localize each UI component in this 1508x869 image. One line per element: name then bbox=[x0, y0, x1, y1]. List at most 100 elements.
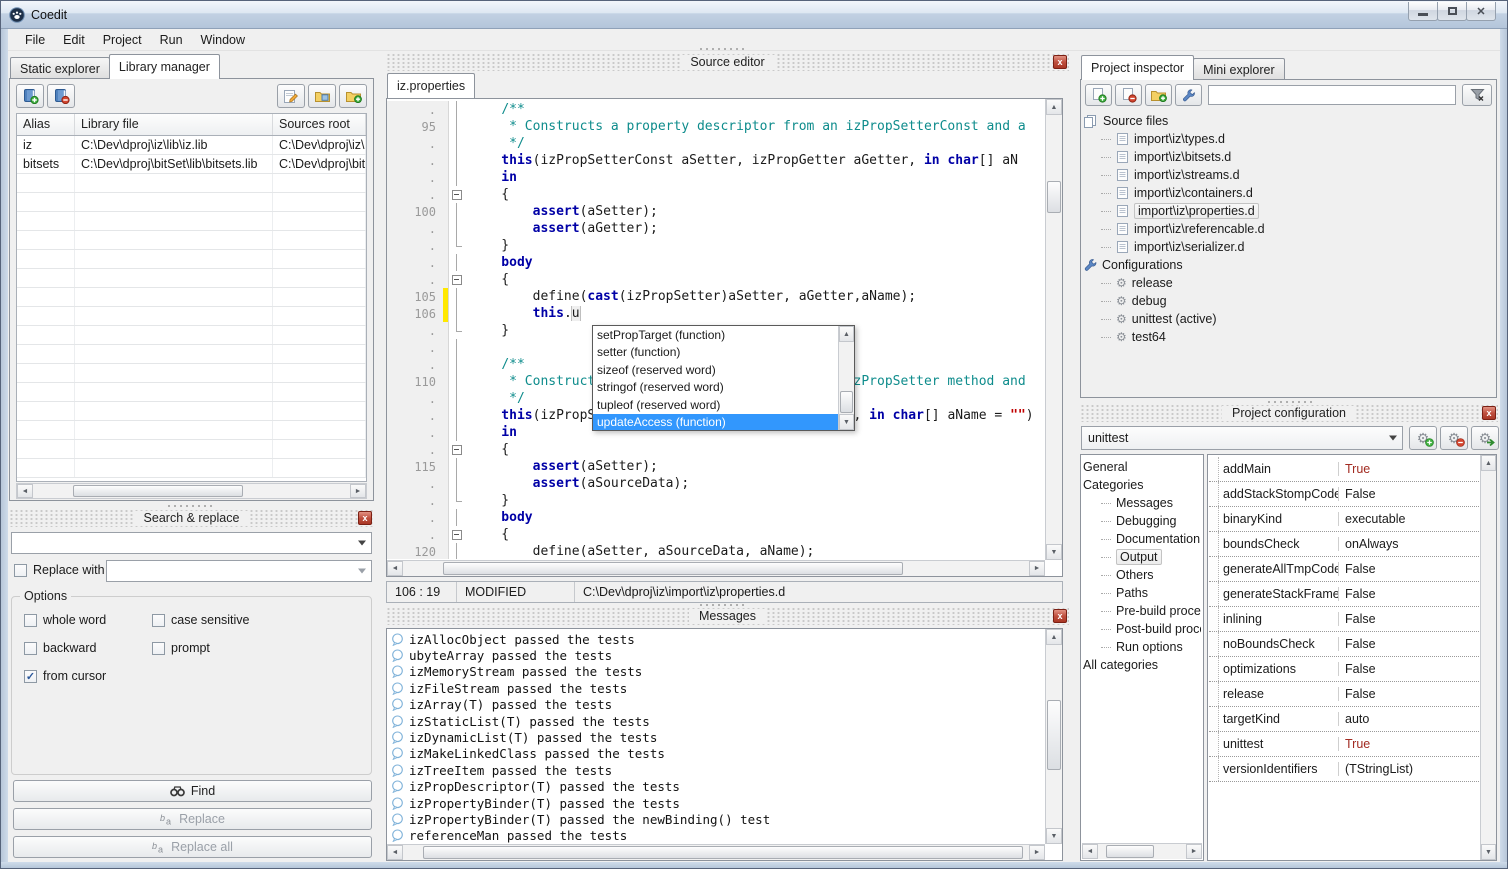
completion-popup[interactable]: setPropTarget (function)setter (function… bbox=[592, 325, 855, 431]
category-general[interactable]: General bbox=[1083, 458, 1201, 476]
code-line[interactable]: . /** bbox=[387, 101, 1045, 118]
property-row[interactable]: addMainTrue bbox=[1209, 457, 1479, 482]
property-row[interactable]: binaryKindexecutable bbox=[1209, 507, 1479, 532]
message-item[interactable]: izPropertyBinder(T) passed the newBindin… bbox=[388, 811, 1045, 827]
add-folder-button[interactable] bbox=[1145, 84, 1172, 106]
code-line[interactable]: . } bbox=[387, 492, 1045, 509]
property-value[interactable]: False bbox=[1339, 662, 1479, 676]
category-item[interactable]: Paths bbox=[1083, 584, 1201, 602]
category-all-categories[interactable]: All categories bbox=[1083, 656, 1201, 674]
message-item[interactable]: izMakeLinkedClass passed the tests bbox=[388, 746, 1045, 762]
completion-item[interactable]: stringof (reserved word) bbox=[593, 379, 838, 397]
code-line[interactable]: . { bbox=[387, 186, 1045, 203]
property-row[interactable]: unittestTrue bbox=[1209, 732, 1479, 757]
tree-item[interactable]: ⚙test64 bbox=[1083, 328, 1494, 346]
remove-library-button[interactable] bbox=[47, 84, 75, 108]
category-item[interactable]: Output bbox=[1083, 548, 1201, 566]
table-row-empty[interactable] bbox=[17, 269, 366, 288]
search-splitter-grip[interactable] bbox=[166, 504, 212, 508]
close-button[interactable]: ✕ bbox=[1466, 2, 1496, 21]
config-dock-header[interactable]: Project configuration x bbox=[1080, 404, 1498, 422]
code-line[interactable]: 120 define(aSetter, aSourceData, aName); bbox=[387, 543, 1045, 559]
category-item[interactable]: Debugging bbox=[1083, 512, 1201, 530]
message-item[interactable]: ubyteArray passed the tests bbox=[388, 647, 1045, 663]
property-row[interactable]: generateStackFrameFalse bbox=[1209, 582, 1479, 607]
tab-library-manager[interactable]: Library manager bbox=[109, 54, 220, 79]
grid-vscrollbar[interactable]: ▲▼ bbox=[1480, 455, 1496, 860]
property-row[interactable]: releaseFalse bbox=[1209, 682, 1479, 707]
tree-item[interactable]: import\iz\serializer.d bbox=[1083, 238, 1494, 256]
table-row-empty[interactable] bbox=[17, 326, 366, 345]
table-row[interactable]: izC:\Dev\dproj\iz\lib\iz.libC:\Dev\dproj… bbox=[17, 136, 366, 155]
property-value[interactable]: auto bbox=[1339, 712, 1479, 726]
property-value[interactable]: True bbox=[1339, 737, 1479, 751]
option-whole-word[interactable]: whole word bbox=[24, 613, 152, 627]
table-row-empty[interactable] bbox=[17, 402, 366, 421]
messages-dock-header[interactable]: Messages x bbox=[386, 607, 1069, 625]
table-row-empty[interactable] bbox=[17, 345, 366, 364]
tree-item[interactable]: ⚙debug bbox=[1083, 292, 1494, 310]
message-item[interactable]: izFileStream passed the tests bbox=[388, 680, 1045, 696]
table-row-empty[interactable] bbox=[17, 364, 366, 383]
completion-item[interactable]: tupleof (reserved word) bbox=[593, 396, 838, 414]
option-backward[interactable]: backward bbox=[24, 641, 152, 655]
checkbox-case-sensitive[interactable] bbox=[152, 614, 165, 627]
code-line[interactable]: . { bbox=[387, 526, 1045, 543]
code-line[interactable]: 105 define(cast(izPropSetter)aSetter, aG… bbox=[387, 288, 1045, 305]
tree-item[interactable]: import\iz\properties.d bbox=[1083, 202, 1494, 220]
editor-hscrollbar[interactable]: ◄► bbox=[387, 560, 1045, 576]
editor-dock-header[interactable]: Source editor x bbox=[386, 53, 1069, 71]
remove-source-button[interactable] bbox=[1115, 84, 1142, 106]
tab-iz-properties[interactable]: iz.properties bbox=[387, 73, 475, 98]
code-line[interactable]: 115 assert(aSetter); bbox=[387, 458, 1045, 475]
property-row[interactable]: optimizationsFalse bbox=[1209, 657, 1479, 682]
tab-mini-explorer[interactable]: Mini explorer bbox=[1193, 58, 1285, 80]
property-row[interactable]: targetKindauto bbox=[1209, 707, 1479, 732]
table-row-empty[interactable] bbox=[17, 174, 366, 193]
code-line[interactable]: . this(izPropSetterConst aSetter, izProp… bbox=[387, 152, 1045, 169]
library-hscrollbar[interactable]: ◄► bbox=[16, 483, 367, 499]
table-row-empty[interactable] bbox=[17, 193, 366, 212]
remove-configuration-button[interactable]: ⚙ bbox=[1440, 426, 1468, 450]
checkbox-from-cursor[interactable]: ✓ bbox=[24, 670, 37, 683]
property-value[interactable]: False bbox=[1339, 612, 1479, 626]
messages-hscrollbar[interactable]: ◄► bbox=[387, 844, 1045, 860]
completion-item[interactable]: setter (function) bbox=[593, 344, 838, 362]
tab-project-inspector[interactable]: Project inspector bbox=[1081, 55, 1194, 80]
title-bar[interactable]: Coedit ✕ bbox=[1, 1, 1508, 29]
table-row-empty[interactable] bbox=[17, 421, 366, 440]
property-row[interactable]: noBoundsCheckFalse bbox=[1209, 632, 1479, 657]
tree-item[interactable]: import\iz\referencable.d bbox=[1083, 220, 1494, 238]
option-case-sensitive[interactable]: case sensitive bbox=[152, 613, 371, 627]
option-prompt[interactable]: prompt bbox=[152, 641, 371, 655]
project-options-button[interactable] bbox=[1175, 84, 1202, 106]
clear-filter-button[interactable] bbox=[1462, 84, 1492, 106]
property-row[interactable]: inliningFalse bbox=[1209, 607, 1479, 632]
category-item[interactable]: Run options bbox=[1083, 638, 1201, 656]
code-line[interactable]: . } bbox=[387, 237, 1045, 254]
tree-item[interactable]: import\iz\containers.d bbox=[1083, 184, 1494, 202]
editor-splitter-grip[interactable] bbox=[698, 47, 744, 51]
replace-with-checkbox[interactable]: Replace with bbox=[14, 563, 105, 577]
table-row-empty[interactable] bbox=[17, 459, 366, 478]
message-item[interactable]: izTreeItem passed the tests bbox=[388, 762, 1045, 778]
category-categories[interactable]: Categories bbox=[1083, 476, 1201, 494]
replace-button[interactable]: ba Replace bbox=[13, 808, 372, 830]
search-dock-close-icon[interactable]: x bbox=[358, 511, 372, 525]
code-line[interactable]: . assert(aGetter); bbox=[387, 220, 1045, 237]
fold-collapse-icon[interactable] bbox=[448, 186, 464, 203]
message-item[interactable]: izAllocObject passed the tests bbox=[388, 631, 1045, 647]
code-line[interactable]: . body bbox=[387, 254, 1045, 271]
checkbox-whole-word[interactable] bbox=[24, 614, 37, 627]
code-line[interactable]: . in bbox=[387, 169, 1045, 186]
menu-file[interactable]: File bbox=[16, 31, 54, 49]
messages-list[interactable]: izAllocObject passed the testsubyteArray… bbox=[388, 631, 1045, 843]
menu-edit[interactable]: Edit bbox=[54, 31, 94, 49]
tree-root-configurations[interactable]: Configurations bbox=[1083, 256, 1494, 274]
category-item[interactable]: Documentation bbox=[1083, 530, 1201, 548]
add-source-folder-button[interactable] bbox=[339, 84, 367, 108]
add-library-button[interactable] bbox=[16, 84, 44, 108]
message-item[interactable]: izPropertyBinder(T) passed the tests bbox=[388, 795, 1045, 811]
replace-with-combobox[interactable] bbox=[106, 560, 372, 582]
tab-static-explorer[interactable]: Static explorer bbox=[10, 57, 110, 79]
